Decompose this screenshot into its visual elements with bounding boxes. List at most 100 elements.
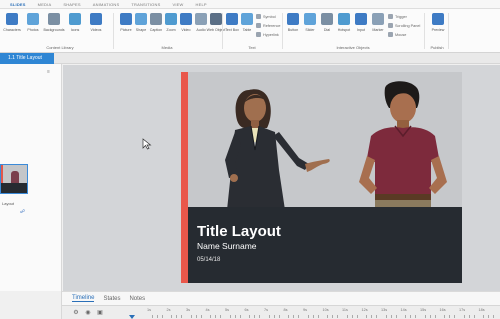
group-label-text: Text: [248, 45, 256, 50]
scrolling-panel-button[interactable]: Scrolling Panel: [388, 23, 420, 28]
lock-icon[interactable]: ▣: [96, 309, 104, 317]
caption-button[interactable]: Caption: [148, 13, 164, 39]
slide-thumbnail[interactable]: [0, 164, 28, 194]
slide[interactable]: Title Layout Name Surname 05/14/18: [181, 72, 462, 283]
timeline-minor-tick: [200, 315, 202, 318]
timeline-minor-tick: [151, 315, 153, 318]
eye-icon[interactable]: ◉: [84, 309, 92, 317]
videos-button[interactable]: Videos: [88, 13, 104, 39]
ribbon-button-label: Backgrounds: [43, 28, 65, 32]
timeline-tick: 15s: [420, 308, 427, 312]
timeline-minor-tick: [273, 315, 275, 318]
slider-button[interactable]: Slider: [302, 13, 318, 39]
slide-date[interactable]: 05/14/18: [197, 257, 220, 263]
timeline-minor-tick: [346, 315, 348, 318]
trigger-button[interactable]: Trigger: [388, 14, 407, 19]
ribbon-separator: [282, 13, 283, 49]
backgrounds-button[interactable]: Backgrounds: [43, 13, 65, 39]
symbol-button[interactable]: Symbol: [256, 14, 276, 19]
characters-icon: [6, 13, 18, 25]
timeline-settings-icon[interactable]: ⚙: [72, 309, 80, 317]
hyperlink-button[interactable]: Hyperlink: [256, 32, 279, 37]
timeline-minor-tick: [493, 315, 495, 318]
tab-title-layout[interactable]: 1.1 Title Layout: [0, 53, 54, 64]
timeline-tick: 12s: [361, 308, 368, 312]
timeline-minor-tick: [468, 315, 470, 318]
marker-button[interactable]: Marker: [370, 13, 386, 39]
timeline-tick: 6s: [244, 308, 249, 312]
text-box-button[interactable]: Text Box: [224, 13, 240, 39]
timeline-tick: 1s: [147, 308, 152, 312]
timeline-minor-tick: [395, 315, 397, 318]
video-button[interactable]: Video: [178, 13, 194, 39]
timeline-minor-tick: [268, 315, 270, 318]
panel-menu-icon[interactable]: ≡: [47, 69, 50, 75]
ribbon-tab-bar: Slides Media Shapes Animations Transitions Vi…: [0, 0, 500, 9]
ribbon-button-label: Input: [357, 28, 365, 32]
hotspot-button[interactable]: Hotspot: [336, 13, 352, 39]
ribbon-tab-transitions[interactable]: Transitions: [125, 2, 166, 7]
characters-button[interactable]: Characters: [3, 13, 21, 39]
table-icon: [241, 13, 253, 25]
reference-button[interactable]: Reference: [256, 23, 281, 28]
icons-button[interactable]: Icons: [67, 13, 83, 39]
ribbon-tab-view[interactable]: View: [166, 2, 189, 7]
mouse-button[interactable]: Mouse: [388, 32, 406, 37]
tab-notes[interactable]: Notes: [129, 296, 145, 302]
timeline-minor-tick: [405, 315, 407, 318]
ribbon-button-label: Hotspot: [337, 28, 351, 32]
slide-subtitle[interactable]: Name Surname: [197, 241, 257, 251]
zoom-button[interactable]: Zoom: [163, 13, 179, 39]
timeline-minor-tick: [429, 315, 431, 318]
scrolling-panel-icon: [388, 23, 393, 28]
link-icon[interactable]: ☍: [20, 209, 25, 215]
preview-button[interactable]: Preview: [430, 13, 446, 39]
picture-button[interactable]: Picture: [118, 13, 134, 39]
timeline-ruler[interactable]: 1s 2s 3s 4s 5s 6s 7s 8s 9s 10s 11s 12s 13s 14s 15s 16s 1…: [129, 308, 500, 319]
ribbon-separator: [113, 13, 114, 49]
button-button[interactable]: Button: [285, 13, 301, 39]
timeline-tick: 2s: [166, 308, 171, 312]
input-button[interactable]: Input: [353, 13, 369, 39]
playhead[interactable]: [129, 315, 135, 319]
ribbon-tab-shapes[interactable]: Shapes: [57, 2, 86, 7]
timeline-minor-tick: [376, 315, 378, 318]
video-icon: [180, 13, 192, 25]
timeline-minor-tick: [463, 315, 465, 318]
ribbon-tab-help[interactable]: Help: [189, 2, 212, 7]
slide-title[interactable]: Title Layout: [197, 223, 281, 240]
timeline-minor-tick: [424, 315, 426, 318]
tab-timeline[interactable]: Timeline: [72, 295, 95, 302]
ribbon-tab-media[interactable]: Media: [32, 2, 58, 7]
timeline-minor-tick: [210, 315, 212, 318]
group-label-publish: Publish: [430, 45, 444, 50]
timeline-minor-tick: [366, 315, 368, 318]
icons-icon: [69, 13, 81, 25]
text-box-icon: [226, 13, 238, 25]
mouse-icon: [388, 32, 393, 37]
tab-states[interactable]: States: [103, 296, 120, 302]
table-button[interactable]: Table: [239, 13, 255, 39]
man-character[interactable]: [351, 78, 461, 210]
dial-icon: [321, 13, 333, 25]
shape-button[interactable]: Shape: [133, 13, 149, 39]
audio-button[interactable]: Audio: [193, 13, 209, 39]
ribbon-button-label: Picture: [120, 28, 132, 32]
photos-button[interactable]: Photos: [25, 13, 41, 39]
ribbon-tab-slides[interactable]: Slides: [4, 2, 32, 7]
timeline-minor-tick: [229, 315, 231, 318]
timeline-tick: 5s: [225, 308, 230, 312]
timeline-minor-tick: [278, 315, 280, 318]
group-label-content-library: Content Library: [46, 45, 74, 50]
timeline-minor-tick: [488, 315, 490, 318]
group-label-media: Media: [161, 45, 173, 50]
dial-button[interactable]: Dial: [319, 13, 335, 39]
trigger-label: Trigger: [395, 14, 407, 19]
ribbon-button-label: Slider: [305, 28, 315, 32]
photos-icon: [27, 13, 39, 25]
timeline-minor-tick: [249, 315, 251, 318]
woman-character[interactable]: [201, 80, 351, 210]
ribbon-button-label: Table: [242, 28, 252, 32]
ribbon-tab-animations[interactable]: Animations: [87, 2, 126, 7]
timeline-tick: 11s: [342, 308, 348, 312]
